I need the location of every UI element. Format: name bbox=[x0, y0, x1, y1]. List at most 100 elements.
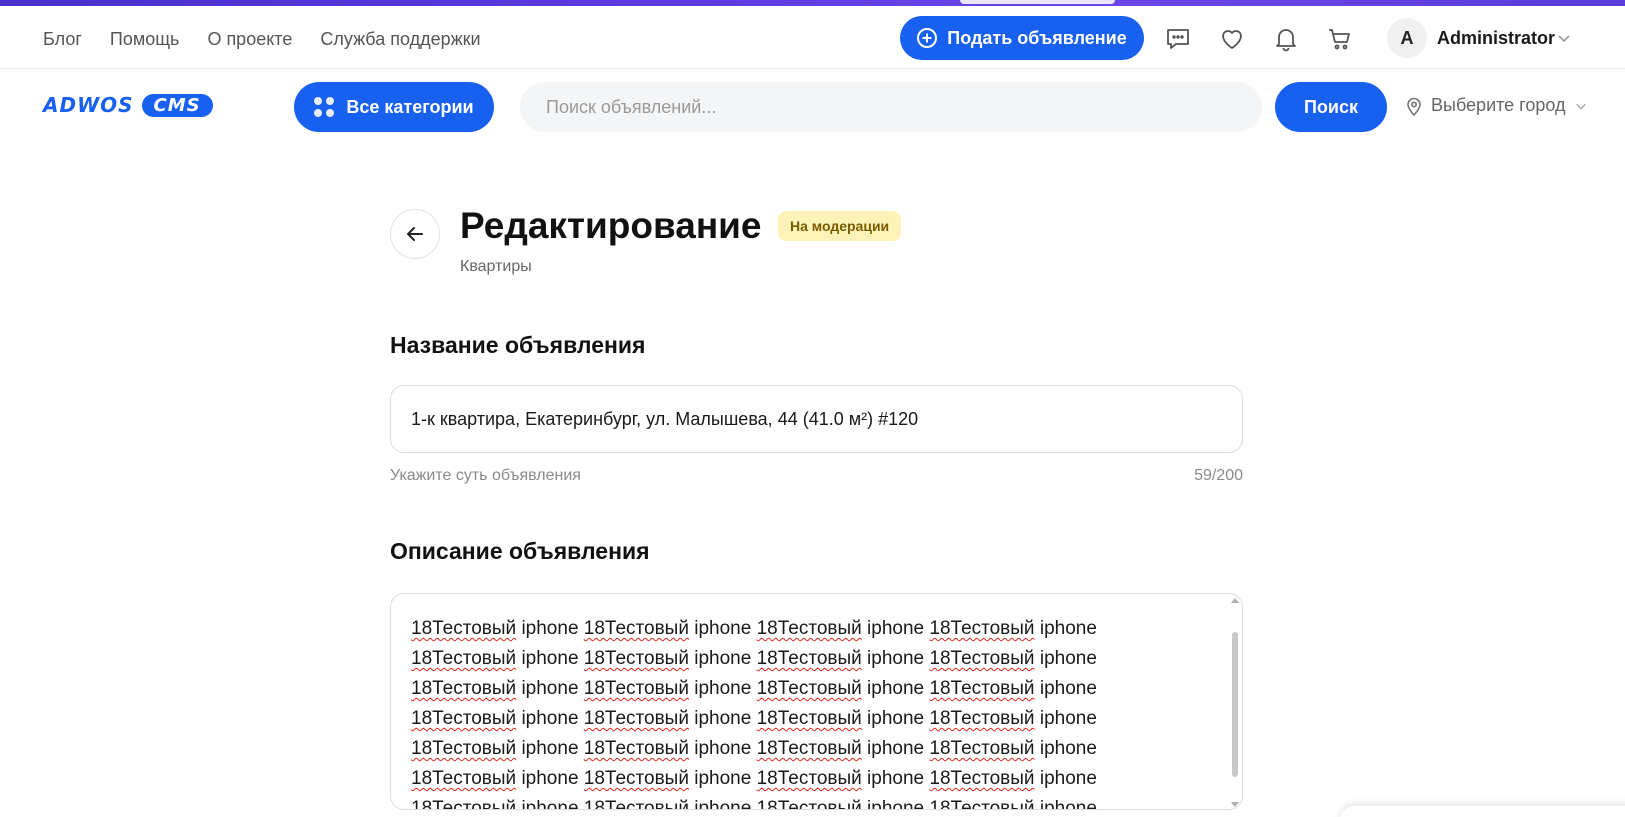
grid-dots-icon bbox=[314, 97, 335, 117]
misspelled-word: 18Тестовый bbox=[583, 768, 689, 789]
misspelled-word: 18Тестовый bbox=[929, 708, 1035, 729]
description-word: iphone bbox=[861, 618, 930, 639]
misspelled-word: 18Тестовый bbox=[756, 768, 862, 789]
notifications-button[interactable] bbox=[1272, 25, 1300, 53]
nav-link-blog[interactable]: Блог bbox=[43, 29, 82, 50]
description-word: iphone bbox=[861, 648, 930, 669]
city-selector[interactable]: Выберите город bbox=[1405, 95, 1588, 116]
description-word: iphone bbox=[861, 798, 930, 810]
back-button[interactable] bbox=[390, 209, 440, 259]
favorites-button[interactable] bbox=[1218, 25, 1246, 53]
misspelled-word: 18Тестовый bbox=[929, 768, 1035, 789]
description-text: 18Тестовый iphone 18Тестовый iphone 18Те… bbox=[411, 594, 1211, 810]
scroll-down-arrow[interactable] bbox=[1231, 802, 1239, 807]
nav-link-help[interactable]: Помощь bbox=[110, 29, 180, 50]
all-categories-button[interactable]: Все категории bbox=[294, 82, 494, 132]
description-word: iphone bbox=[861, 708, 930, 729]
post-ad-button[interactable]: Подать объявление bbox=[900, 16, 1144, 60]
chevron-down-icon bbox=[1575, 103, 1586, 110]
logo-cms-pill: CMS bbox=[141, 93, 213, 117]
description-word: iphone bbox=[516, 768, 584, 789]
description-word: iphone bbox=[1034, 708, 1097, 729]
messages-button[interactable] bbox=[1164, 25, 1192, 53]
description-word: iphone bbox=[688, 648, 757, 669]
nav-link-support[interactable]: Служба поддержки bbox=[320, 29, 480, 50]
misspelled-word: 18Тестовый bbox=[583, 708, 689, 729]
description-word: iphone bbox=[688, 678, 757, 699]
scroll-thumb[interactable] bbox=[1232, 632, 1238, 777]
description-word: iphone bbox=[688, 768, 757, 789]
title-char-counter: 59/200 bbox=[1194, 467, 1243, 484]
misspelled-word: 18Тестовый bbox=[411, 678, 517, 699]
bell-icon bbox=[1276, 29, 1296, 52]
description-word: iphone bbox=[688, 708, 757, 729]
description-line: 18Тестовый iphone 18Тестовый iphone 18Те… bbox=[411, 674, 1211, 704]
description-word: iphone bbox=[516, 708, 584, 729]
logo-wordmark: ADWOS bbox=[43, 93, 134, 117]
map-pin-icon bbox=[1407, 97, 1421, 116]
misspelled-word: 18Тестовый bbox=[411, 738, 517, 759]
title-section-label: Название объявления bbox=[390, 332, 646, 358]
search-button[interactable]: Поиск bbox=[1275, 82, 1387, 132]
description-textarea[interactable]: 18Тестовый iphone 18Тестовый iphone 18Те… bbox=[390, 593, 1243, 810]
top-navigation: Блог Помощь О проекте Служба поддержки П… bbox=[0, 6, 1625, 69]
description-word: iphone bbox=[1034, 798, 1097, 810]
misspelled-word: 18Тестовый bbox=[583, 738, 689, 759]
top-strip-notch bbox=[960, 0, 1115, 4]
description-word: iphone bbox=[516, 678, 584, 699]
misspelled-word: 18Тестовый bbox=[756, 708, 862, 729]
all-categories-label: Все категории bbox=[346, 96, 474, 117]
description-word: iphone bbox=[1034, 768, 1097, 789]
description-word: iphone bbox=[1034, 618, 1097, 639]
description-word: iphone bbox=[516, 648, 584, 669]
cart-icon bbox=[1329, 29, 1350, 50]
misspelled-word: 18Тестовый bbox=[929, 738, 1035, 759]
misspelled-word: 18Тестовый bbox=[929, 618, 1035, 639]
username[interactable]: Administrator bbox=[1437, 28, 1555, 49]
description-scrollbar[interactable] bbox=[1230, 598, 1240, 807]
description-line: 18Тестовый iphone 18Тестовый iphone 18Те… bbox=[411, 764, 1211, 794]
misspelled-word: 18Тестовый bbox=[411, 768, 517, 789]
chat-bubble-icon bbox=[1167, 29, 1189, 49]
description-line: 18Тестовый iphone 18Тестовый iphone 18Те… bbox=[411, 614, 1211, 644]
description-line: 18Тестовый iphone 18Тестовый iphone 18Те… bbox=[411, 734, 1211, 764]
misspelled-word: 18Тестовый bbox=[756, 648, 862, 669]
description-word: iphone bbox=[861, 678, 930, 699]
description-section-label: Описание объявления bbox=[390, 538, 650, 564]
description-word: iphone bbox=[1034, 678, 1097, 699]
cart-button[interactable] bbox=[1326, 25, 1354, 53]
scroll-up-arrow[interactable] bbox=[1231, 598, 1239, 603]
nav-link-about[interactable]: О проекте bbox=[207, 29, 292, 50]
misspelled-word: 18Тестовый bbox=[929, 648, 1035, 669]
site-logo[interactable]: ADWOS CMS bbox=[43, 93, 213, 117]
misspelled-word: 18Тестовый bbox=[583, 798, 689, 810]
misspelled-word: 18Тестовый bbox=[756, 618, 862, 639]
misspelled-word: 18Тестовый bbox=[411, 648, 517, 669]
description-word: iphone bbox=[1034, 738, 1097, 759]
title-hint: Укажите суть объявления bbox=[390, 467, 581, 484]
chevron-down-icon[interactable] bbox=[1556, 30, 1572, 46]
description-line: 18Тестовый iphone 18Тестовый iphone 18Те… bbox=[411, 704, 1211, 734]
description-word: iphone bbox=[861, 768, 930, 789]
description-word: iphone bbox=[1034, 648, 1097, 669]
description-line: 18Тестовый iphone 18Тестовый iphone 18Те… bbox=[411, 794, 1211, 810]
city-placeholder: Выберите город bbox=[1431, 95, 1566, 115]
misspelled-word: 18Тестовый bbox=[411, 708, 517, 729]
misspelled-word: 18Тестовый bbox=[411, 798, 517, 810]
category-subtitle: Квартиры bbox=[460, 258, 532, 275]
misspelled-word: 18Тестовый bbox=[929, 678, 1035, 699]
description-word: iphone bbox=[516, 738, 584, 759]
description-word: iphone bbox=[688, 618, 757, 639]
misspelled-word: 18Тестовый bbox=[756, 678, 862, 699]
post-ad-label: Подать объявление bbox=[947, 27, 1127, 48]
description-word: iphone bbox=[688, 738, 757, 759]
user-avatar[interactable]: A bbox=[1387, 18, 1427, 58]
description-word: iphone bbox=[516, 798, 584, 810]
misspelled-word: 18Тестовый bbox=[756, 738, 862, 759]
description-line: 18Тестовый iphone 18Тестовый iphone 18Те… bbox=[411, 644, 1211, 674]
floating-panel-edge bbox=[1340, 806, 1625, 817]
search-input[interactable] bbox=[520, 82, 1262, 132]
ad-title-input[interactable] bbox=[390, 385, 1243, 453]
misspelled-word: 18Тестовый bbox=[411, 618, 517, 639]
arrow-left-icon bbox=[407, 227, 423, 241]
